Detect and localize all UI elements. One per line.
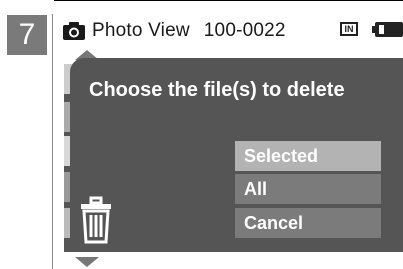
- top-rule: [54, 0, 403, 1]
- battery-icon: [372, 22, 403, 37]
- internal-memory-icon: IN: [340, 22, 358, 36]
- camera-icon: [62, 21, 86, 41]
- scroll-down-arrow-icon[interactable]: [75, 257, 99, 267]
- menu-option-selected[interactable]: Selected: [235, 141, 381, 171]
- menu-option-all[interactable]: All: [235, 174, 381, 204]
- step-number-badge: 7: [7, 15, 47, 55]
- mode-title: Photo View: [92, 20, 190, 41]
- file-number: 100-0022: [203, 20, 286, 41]
- dialog-prompt: Choose the file(s) to delete: [89, 79, 345, 101]
- trash-icon: [78, 196, 114, 244]
- menu-option-cancel[interactable]: Cancel: [235, 208, 381, 238]
